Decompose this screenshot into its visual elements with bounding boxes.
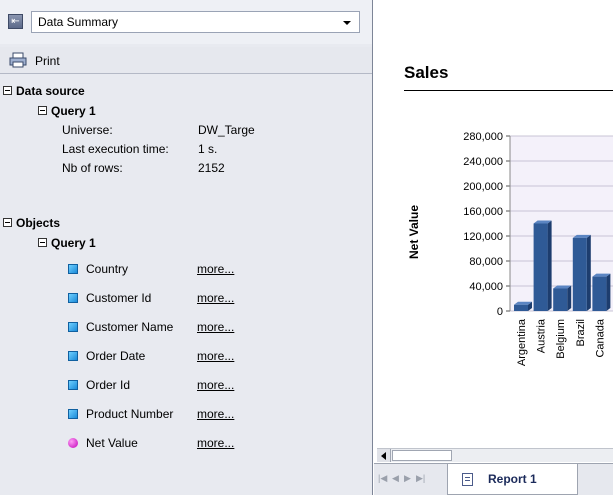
object-name: Product Number — [86, 407, 174, 421]
exec-time-row: Last execution time: — [62, 140, 169, 158]
data-summary-panel: ⇤ Data Summary Print Data source Query 1… — [0, 0, 373, 495]
bar-side — [567, 285, 572, 311]
object-item: Country more... — [68, 260, 368, 278]
collapse-panel-icon[interactable]: ⇤ — [8, 14, 23, 29]
object-name: Order Date — [86, 349, 146, 363]
first-tab-icon[interactable]: |◀ — [378, 473, 387, 484]
bar-front — [533, 223, 548, 311]
dropdown-value: Data Summary — [38, 15, 119, 29]
more-link[interactable]: more... — [197, 376, 234, 394]
tab-label: Report 1 — [488, 472, 537, 486]
object-name: Customer Name — [86, 320, 174, 334]
object-item: Order Date more... — [68, 347, 368, 365]
object-name: Country — [86, 262, 129, 276]
y-tick-label: 200,000 — [463, 181, 503, 193]
object-name: Net Value — [86, 436, 138, 450]
more-link[interactable]: more... — [197, 289, 234, 307]
last-tab-icon[interactable]: ▶| — [416, 473, 425, 484]
report-view: Sales 280,000 240,000 200,000 160,000 120,00… — [374, 0, 613, 495]
field-label: Nb of rows: — [62, 161, 123, 175]
object-item: Product Number more... — [68, 405, 368, 423]
category-label: Canada — [594, 318, 606, 357]
more-link[interactable]: more... — [197, 347, 234, 365]
y-tick-label: 120,000 — [463, 231, 503, 243]
scroll-left-icon[interactable] — [377, 449, 391, 462]
objects-header: Objects — [16, 216, 61, 230]
object-name: Order Id — [86, 378, 131, 392]
category-label: Argentina — [516, 318, 528, 366]
y-tick-label: 40,000 — [469, 281, 503, 293]
category-label: Brazil — [575, 319, 587, 347]
bar-front — [514, 304, 528, 311]
query-name: Query 1 — [51, 236, 96, 250]
collapse-icon[interactable] — [3, 86, 12, 95]
universe-row: Universe: — [62, 121, 113, 139]
bar-side — [586, 234, 591, 311]
bar[interactable] — [533, 220, 552, 312]
report-icon — [462, 473, 473, 486]
bar-front — [572, 237, 587, 311]
printer-icon[interactable] — [9, 52, 27, 68]
y-tick-label: 240,000 — [463, 156, 503, 168]
next-tab-icon[interactable]: ▶ — [404, 473, 411, 484]
exec-time-value: 1 s. — [198, 142, 218, 156]
more-link[interactable]: more... — [197, 318, 234, 336]
object-item: Customer Id more... — [68, 289, 368, 307]
dimension-icon — [68, 293, 78, 303]
object-name: Customer Id — [86, 291, 152, 305]
collapse-icon[interactable] — [38, 238, 47, 247]
object-item: Customer Name more... — [68, 318, 368, 336]
y-axis-label: Net Value — [407, 204, 421, 260]
rows-value: 2152 — [198, 161, 225, 175]
dimension-icon — [68, 322, 78, 332]
rows-row: Nb of rows: — [62, 159, 123, 177]
scroll-thumb[interactable] — [392, 450, 452, 461]
object-item: Net Value more... — [68, 434, 368, 452]
bar[interactable] — [553, 285, 572, 312]
y-tick-label: 0 — [497, 306, 503, 318]
collapse-icon[interactable] — [38, 106, 47, 115]
category-label: Belgium — [555, 319, 567, 359]
bar-front — [553, 288, 568, 311]
field-label: Universe: — [62, 123, 113, 137]
object-item: Order Id more... — [68, 376, 368, 394]
bar-side — [606, 273, 611, 311]
more-link[interactable]: more... — [197, 434, 234, 452]
y-tick-label: 160,000 — [463, 206, 503, 218]
dimension-icon — [68, 264, 78, 274]
bar[interactable] — [572, 234, 591, 311]
collapse-icon[interactable] — [3, 218, 12, 227]
print-button[interactable]: Print — [35, 54, 60, 68]
measure-icon — [68, 438, 78, 448]
more-link[interactable]: more... — [197, 260, 234, 278]
query-name: Query 1 — [51, 104, 96, 118]
tab-report-1[interactable]: Report 1 — [447, 464, 578, 495]
prev-tab-icon[interactable]: ◀ — [392, 473, 399, 484]
bar[interactable] — [514, 301, 532, 311]
bar[interactable] — [592, 273, 611, 311]
panel-header: ⇤ Data Summary — [0, 0, 372, 44]
y-tick-label: 280,000 — [463, 131, 503, 143]
dimension-icon — [68, 409, 78, 419]
horizontal-scrollbar[interactable] — [377, 448, 613, 462]
bar-side — [547, 220, 552, 311]
report-tab-bar: |◀ ◀ ▶ ▶| Report 1 — [374, 463, 613, 495]
y-tick-label: 80,000 — [469, 256, 503, 268]
print-toolbar: Print — [0, 47, 372, 74]
panel-selector-dropdown[interactable]: Data Summary — [31, 11, 360, 33]
universe-value: DW_Targe — [198, 123, 255, 137]
bar-front — [592, 276, 607, 311]
dimension-icon — [68, 380, 78, 390]
more-link[interactable]: more... — [197, 405, 234, 423]
data-source-header: Data source — [16, 84, 85, 98]
field-label: Last execution time: — [62, 142, 169, 156]
dimension-icon — [68, 351, 78, 361]
chevron-down-icon — [343, 21, 351, 25]
category-label: Austria — [536, 318, 548, 353]
